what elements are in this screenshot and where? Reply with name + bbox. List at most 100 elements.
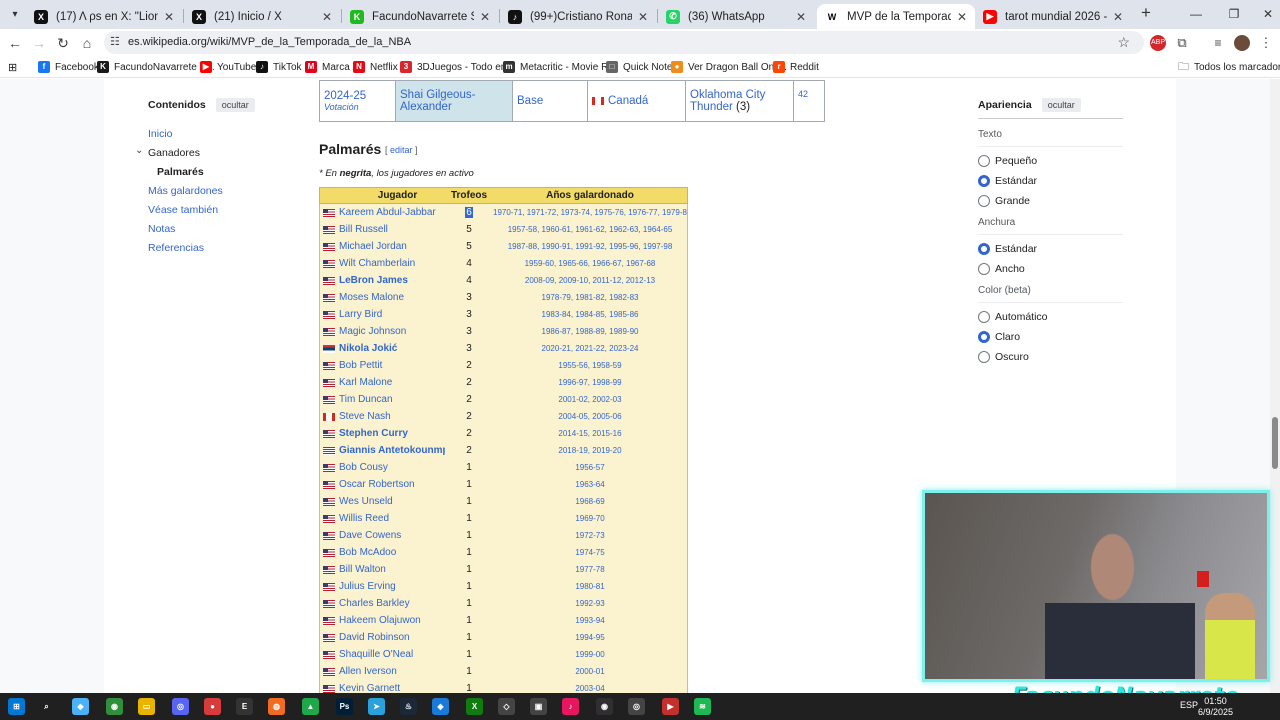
award-years[interactable]: 1968-69 [493, 497, 687, 506]
player-link[interactable]: David Robinson [339, 632, 410, 643]
forward-icon[interactable]: → [29, 33, 49, 53]
edit-link[interactable]: editar [390, 145, 413, 155]
steam-icon[interactable]: ♨ [400, 698, 417, 715]
award-years[interactable]: 1983-84, 1984-85, 1985-86 [493, 310, 687, 319]
team-link[interactable]: Oklahoma City [690, 89, 789, 101]
browser-tab[interactable]: W MVP de la Temporada de la NB ✕ [817, 4, 975, 29]
player-link[interactable]: Shaquille O'Neal [339, 649, 413, 660]
tab-search-chevron-icon[interactable]: ▾ [6, 6, 24, 24]
radio-button[interactable] [978, 195, 990, 207]
award-years[interactable]: 1994-95 [493, 633, 687, 642]
award-years[interactable]: 2008-09, 2009-10, 2011-12, 2012-13 [493, 276, 687, 285]
close-tab-icon[interactable]: ✕ [322, 10, 332, 24]
player-link[interactable]: Bob Cousy [339, 462, 388, 473]
epic-games-icon[interactable]: E [236, 698, 253, 715]
player-link-2[interactable]: Alexander [400, 101, 508, 113]
award-years[interactable]: 2020-21, 2021-22, 2023-24 [493, 344, 687, 353]
app-icon[interactable]: ◇ [498, 698, 515, 715]
award-years[interactable]: 1987-88, 1990-91, 1991-92, 1995-96, 1997… [493, 242, 687, 251]
reading-list-icon[interactable]: ≡ [1210, 35, 1226, 51]
copilot-icon[interactable]: ◆ [72, 698, 89, 715]
app-icon[interactable]: ◎ [628, 698, 645, 715]
browser-tab[interactable]: ▶ tarot mundial 2026 - YouTube ✕ [975, 4, 1131, 29]
reference-link[interactable]: 42 [798, 89, 820, 99]
close-tab-icon[interactable]: ✕ [1113, 10, 1123, 24]
header-trophies[interactable]: Trofeos [445, 190, 493, 201]
bookmark-star-icon[interactable]: ☆ [1117, 34, 1130, 51]
system-clock[interactable]: 01:50 6/9/2025 [1198, 696, 1233, 718]
player-link[interactable]: Stephen Curry [339, 428, 408, 439]
profile-avatar[interactable] [1234, 35, 1250, 51]
appearance-option[interactable]: Oscuro [978, 351, 1123, 363]
player-link[interactable]: Karl Malone [339, 377, 392, 388]
player-link[interactable]: Wes Unseld [339, 496, 393, 507]
bookmark-item[interactable]: ● Ver Dragon Ball Onli... [671, 60, 787, 74]
toc-item[interactable]: Referencias [148, 242, 298, 254]
player-link[interactable]: Kareem Abdul-Jabbar [339, 207, 436, 218]
bookmark-item[interactable]: N Netflix [353, 60, 398, 74]
all-bookmarks-folder[interactable]: 🗀 Todos los marcadores [1178, 60, 1280, 74]
award-years[interactable]: 1992-93 [493, 599, 687, 608]
vote-link[interactable]: Votación [324, 102, 391, 112]
appearance-hide-button[interactable]: ocultar [1041, 98, 1081, 112]
team-link-2[interactable]: Thunder [690, 101, 733, 113]
player-link[interactable]: Bill Walton [339, 564, 386, 575]
award-years[interactable]: 2001-02, 2002-03 [493, 395, 687, 404]
appearance-option[interactable]: Automático [978, 311, 1123, 323]
close-window-icon[interactable]: ✕ [1258, 5, 1278, 23]
award-years[interactable]: 1974-75 [493, 548, 687, 557]
app-icon[interactable]: ▣ [530, 698, 547, 715]
player-link[interactable]: Tim Duncan [339, 394, 393, 405]
more-menu-icon[interactable]: ⋮ [1258, 35, 1274, 51]
header-player[interactable]: Jugador [320, 190, 445, 201]
origin-icon[interactable]: ◍ [268, 698, 285, 715]
back-icon[interactable]: ← [5, 33, 25, 53]
award-years[interactable]: 1972-73 [493, 531, 687, 540]
app-icon[interactable]: ◈ [432, 698, 449, 715]
browser-tab[interactable]: X (17) Λ ρs en X: "Lionel Messi Ve ✕ [26, 4, 182, 29]
url-text[interactable]: es.wikipedia.org/wiki/MVP_de_la_Temporad… [128, 36, 411, 48]
player-link[interactable]: Allen Iverson [339, 666, 397, 677]
player-link[interactable]: Julius Erving [339, 581, 396, 592]
bookmark-item[interactable]: 3 3DJuegos - Todo en... [400, 60, 515, 74]
appearance-option[interactable]: Ancho [978, 263, 1123, 275]
player-link[interactable]: Charles Barkley [339, 598, 410, 609]
player-link[interactable]: Hakeem Olajuwon [339, 615, 421, 626]
appearance-option[interactable]: Estándar [978, 243, 1123, 255]
award-years[interactable]: 2018-19, 2019-20 [493, 446, 687, 455]
chrome-icon[interactable]: ◉ [106, 698, 123, 715]
site-info-icon[interactable]: ☷ [110, 35, 120, 48]
radio-button[interactable] [978, 331, 990, 343]
award-years[interactable]: 1986-87, 1988-89, 1989-90 [493, 327, 687, 336]
discord-icon[interactable]: ◎ [172, 698, 189, 715]
season-link[interactable]: 2024-25 [324, 90, 391, 102]
radio-button[interactable] [978, 243, 990, 255]
appearance-option[interactable]: Claro [978, 331, 1123, 343]
appearance-option[interactable]: Grande [978, 195, 1123, 207]
player-link[interactable]: Shai Gilgeous- [400, 89, 508, 101]
award-years[interactable]: 1980-81 [493, 582, 687, 591]
toc-item[interactable]: Palmarés [148, 166, 298, 178]
restore-icon[interactable]: ❐ [1224, 5, 1244, 23]
toc-item[interactable]: Véase también [148, 204, 298, 216]
page-scrollbar[interactable] [1270, 79, 1280, 693]
bookmark-item[interactable]: ▶ YouTube [200, 60, 256, 74]
player-link[interactable]: Kevin Garnett [339, 683, 400, 693]
award-years[interactable]: 1959-60, 1965-66, 1966-67, 1967-68 [493, 259, 687, 268]
app-icon[interactable]: ▲ [302, 698, 319, 715]
bookmark-item[interactable]: K FacundoNavarrete S... [97, 60, 215, 74]
toc-item[interactable]: Notas [148, 223, 298, 235]
player-link[interactable]: Michael Jordan [339, 241, 407, 252]
bookmark-item[interactable]: M Marca [305, 60, 350, 74]
radio-button[interactable] [978, 311, 990, 323]
address-bar[interactable]: ☷ es.wikipedia.org/wiki/MVP_de_la_Tempor… [104, 31, 1144, 54]
bookmark-item[interactable]: ♪ TikTok [256, 60, 302, 74]
award-years[interactable]: 1963-64 [493, 480, 687, 489]
close-tab-icon[interactable]: ✕ [638, 10, 648, 24]
toc-item[interactable]: ⌄ Ganadores [135, 145, 298, 159]
award-years[interactable]: 1957-58, 1960-61, 1961-62, 1962-63, 1964… [493, 225, 687, 234]
scrollbar-thumb[interactable] [1272, 417, 1278, 469]
minimize-icon[interactable]: — [1186, 5, 1206, 23]
header-years[interactable]: Años galardonado [493, 190, 687, 201]
file-explorer-icon[interactable]: ▭ [138, 698, 155, 715]
